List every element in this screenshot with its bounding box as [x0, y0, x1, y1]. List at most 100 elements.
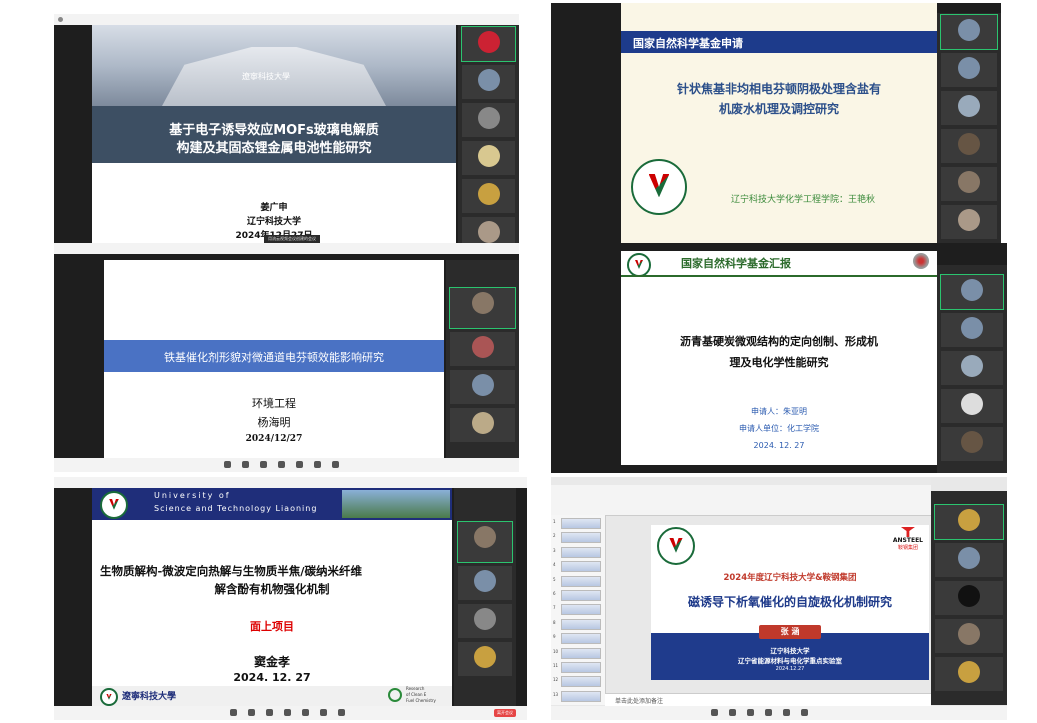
- ansteel-icon: [900, 527, 915, 537]
- participant-tile[interactable]: [462, 217, 515, 243]
- chat-icon[interactable]: [302, 709, 309, 716]
- participant-tile[interactable]: [934, 504, 1004, 540]
- camera-icon[interactable]: [242, 461, 249, 468]
- participant-sidebar[interactable]: [454, 488, 516, 706]
- field-of-study: 环境工程: [252, 397, 296, 410]
- slide-title-line2: 理及电化学性能研究: [729, 356, 829, 369]
- banner-line2: Science and Technology Liaoning: [154, 504, 318, 513]
- mic-icon[interactable]: [230, 709, 237, 716]
- participant-sidebar[interactable]: [458, 25, 519, 243]
- participants-icon[interactable]: [278, 461, 285, 468]
- slide-title-line1: 生物质解构-微波定向热解与生物质半焦/碳纳米纤维: [100, 564, 362, 578]
- slide-thumbnail[interactable]: 6: [553, 589, 603, 602]
- share-icon[interactable]: [260, 461, 267, 468]
- slide-thumbnail-number: 2: [553, 533, 556, 539]
- participant-tile[interactable]: [935, 657, 1003, 691]
- participant-tile[interactable]: [462, 141, 515, 175]
- slide-thumbnail[interactable]: 12: [553, 675, 603, 688]
- university-logo: [631, 159, 687, 215]
- slide-thumbnail[interactable]: 1: [553, 517, 603, 530]
- participant-sidebar[interactable]: [937, 13, 1001, 243]
- participant-tile[interactable]: [941, 205, 997, 239]
- participant-tile[interactable]: [941, 53, 997, 87]
- participant-sidebar[interactable]: [937, 265, 1007, 473]
- slide-thumbnail-number: 5: [553, 576, 556, 582]
- slide-thumbnail[interactable]: 3: [553, 546, 603, 559]
- participant-tile[interactable]: [941, 313, 1003, 347]
- participants-icon[interactable]: [284, 709, 291, 716]
- participant-tile[interactable]: [941, 91, 997, 125]
- slide-thumbnail-image: [561, 546, 601, 558]
- slide-thumbnail[interactable]: 5: [553, 575, 603, 588]
- lab-name-line3: Fuel Chemistry: [406, 698, 436, 703]
- participant-tile[interactable]: [450, 332, 515, 366]
- participant-tile[interactable]: [458, 566, 512, 600]
- settings-icon[interactable]: [338, 709, 345, 716]
- participant-tile[interactable]: [450, 408, 515, 442]
- participant-tile[interactable]: [941, 427, 1003, 461]
- settings-icon[interactable]: [332, 461, 339, 468]
- participant-tile[interactable]: [941, 389, 1003, 423]
- chat-icon[interactable]: [296, 461, 303, 468]
- slide-thumbnail[interactable]: 9: [553, 632, 603, 645]
- participant-tile[interactable]: [450, 370, 515, 404]
- avatar: [958, 547, 980, 569]
- participant-tile[interactable]: [940, 274, 1004, 310]
- leave-meeting-button[interactable]: 离开会议: [494, 709, 516, 717]
- participant-tile[interactable]: [462, 179, 515, 213]
- participant-tile[interactable]: [935, 543, 1003, 577]
- avatar: [961, 279, 983, 301]
- participant-tile[interactable]: [941, 167, 997, 201]
- meeting-window-4: 国家自然科学基金汇报 沥青基硬炭微观结构的定向创制、形成机 理及电化学性能研究 …: [551, 243, 1007, 473]
- avatar: [471, 412, 494, 434]
- slide-thumbnail[interactable]: 13: [553, 690, 603, 703]
- camera-icon[interactable]: [248, 709, 255, 716]
- chat-icon[interactable]: [783, 709, 790, 716]
- participant-tile[interactable]: [461, 26, 516, 62]
- molecule-icon: [913, 253, 929, 269]
- slide-thumbnail[interactable]: 2: [553, 531, 603, 544]
- slide-thumbnail[interactable]: 7: [553, 603, 603, 616]
- participant-sidebar[interactable]: [931, 491, 1007, 705]
- participant-tile[interactable]: [941, 351, 1003, 385]
- avatar: [958, 209, 980, 231]
- slide-thumbnails[interactable]: 1 2 3 4 5 6 7 8 9 10 11 12 13: [551, 515, 606, 705]
- slide-thumbnail[interactable]: 4: [553, 560, 603, 573]
- participant-tile[interactable]: [449, 287, 516, 329]
- meeting-window-2: 国家自然科学基金申请 针状焦基非均相电芬顿阴极处理含盐有 机废水机理及调控研究 …: [551, 3, 1001, 243]
- participant-tile[interactable]: [935, 619, 1003, 653]
- participant-sidebar[interactable]: [446, 260, 519, 458]
- participant-tile[interactable]: [458, 604, 512, 638]
- participant-tile[interactable]: [940, 14, 998, 50]
- notes-pane[interactable]: 单击此处添加备注: [605, 693, 931, 706]
- share-icon[interactable]: [266, 709, 273, 716]
- record-icon[interactable]: [314, 461, 321, 468]
- slide-thumbnail[interactable]: 10: [553, 647, 603, 660]
- camera-icon[interactable]: [729, 709, 736, 716]
- lab-name-line1: Research: [406, 686, 425, 691]
- settings-icon[interactable]: [801, 709, 808, 716]
- university-name: 辽宁科技大学: [246, 217, 301, 227]
- participant-tile[interactable]: [462, 65, 515, 99]
- slide-thumbnail-number: 1: [553, 519, 556, 524]
- record-icon[interactable]: [320, 709, 327, 716]
- participants-icon[interactable]: [765, 709, 772, 716]
- participant-tile[interactable]: [458, 642, 512, 676]
- avatar: [958, 661, 980, 683]
- slide-thumbnail[interactable]: 11: [553, 661, 603, 674]
- footer-university-logo: [100, 688, 118, 706]
- mic-icon[interactable]: [711, 709, 718, 716]
- participant-tile[interactable]: [941, 129, 997, 163]
- participant-tile[interactable]: [462, 103, 515, 137]
- slide-thumbnail-number: 10: [553, 648, 559, 654]
- share-icon[interactable]: [747, 709, 754, 716]
- mic-icon[interactable]: [224, 461, 231, 468]
- slide-thumbnail[interactable]: 8: [553, 618, 603, 631]
- avatar: [958, 57, 980, 79]
- meeting-toolbar: [551, 706, 1007, 720]
- window-titlebar: [54, 477, 527, 488]
- avatar: [471, 374, 494, 396]
- slide-thumbnail-number: 3: [553, 547, 556, 553]
- participant-tile[interactable]: [457, 521, 513, 563]
- participant-tile[interactable]: [935, 581, 1003, 615]
